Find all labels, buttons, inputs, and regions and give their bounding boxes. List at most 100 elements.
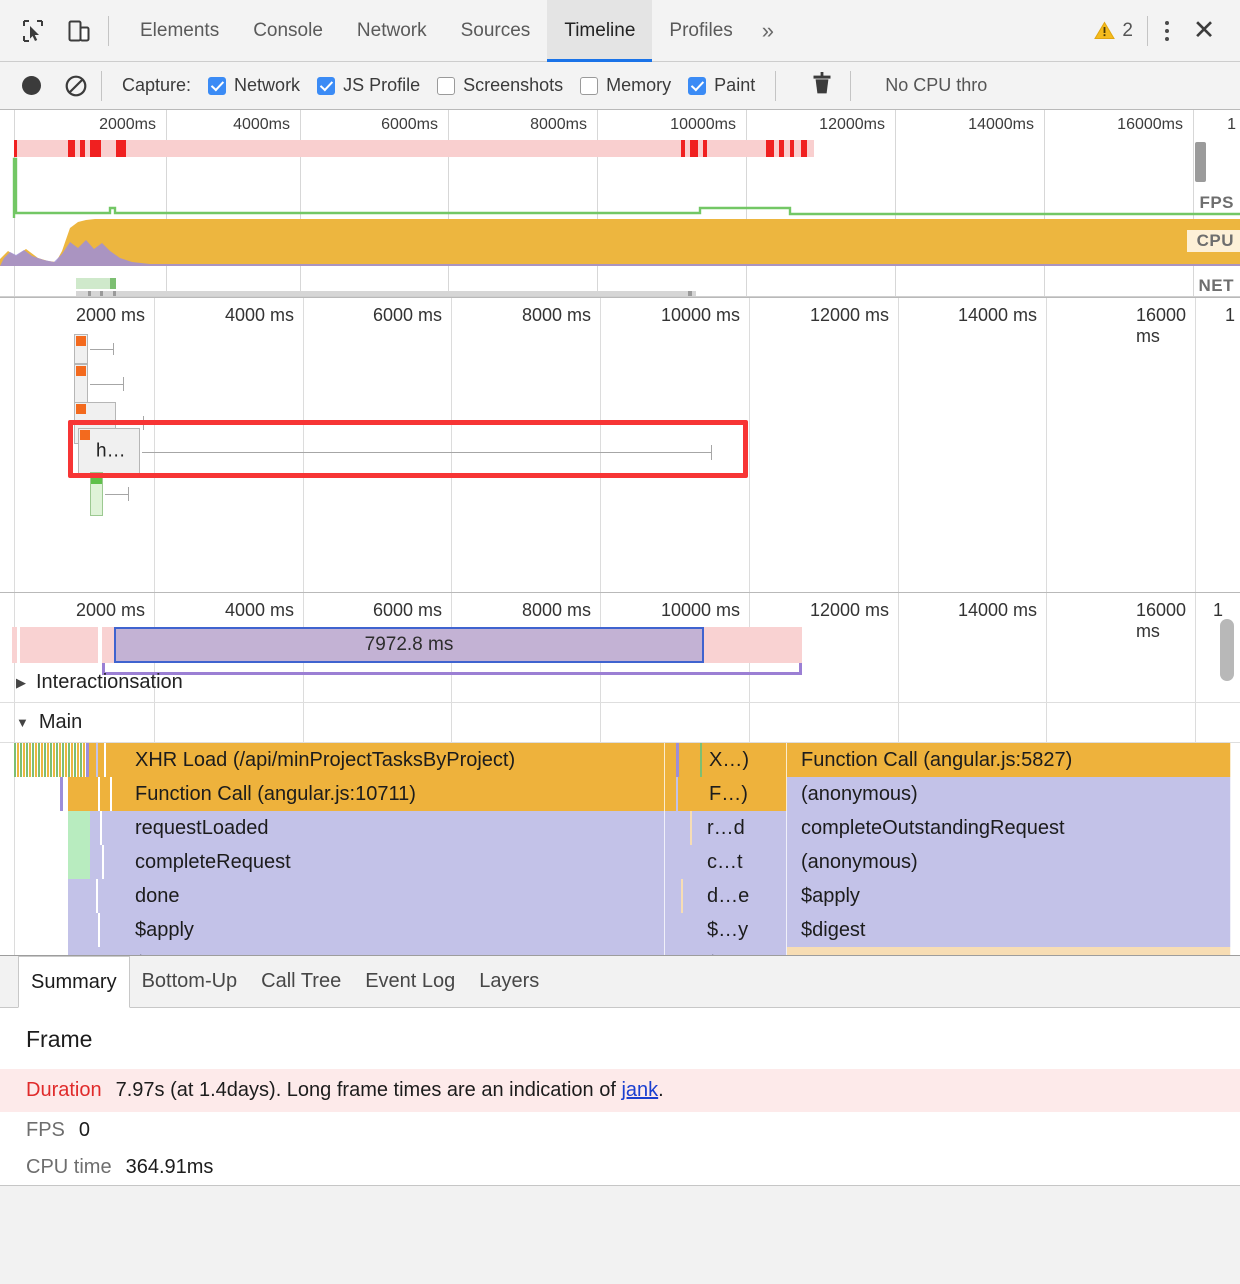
flame-segment[interactable]: Function Call (angular.js:5827) <box>787 743 1231 777</box>
flame-row[interactable]: $digest $…t (anonymous) <box>0 947 1240 955</box>
capture-option-network[interactable]: Network <box>208 75 300 96</box>
flame-segment[interactable]: XHR Load (/api/minProjectTasksByProject) <box>89 743 665 777</box>
flame-row[interactable]: $apply $…y $digest <box>0 913 1240 947</box>
timeline-overview[interactable]: 2000ms 4000ms 6000ms 8000ms 10000ms 1200… <box>0 110 1240 298</box>
drawer-tab-bottom-up[interactable]: Bottom-Up <box>130 956 250 1007</box>
flame-segment[interactable]: $…t <box>665 947 787 955</box>
drawer-tabs: Summary Bottom-Up Call Tree Event Log La… <box>0 956 1240 1008</box>
drawer-tab-summary[interactable]: Summary <box>18 956 130 1008</box>
tab-profiles[interactable]: Profiles <box>652 0 749 62</box>
drawer-tab-call-tree-label: Call Tree <box>261 970 342 992</box>
network-checkbox[interactable] <box>208 76 227 95</box>
screenshots-checkbox[interactable] <box>437 76 456 95</box>
network-request-row[interactable] <box>74 334 774 364</box>
capture-divider-3 <box>850 70 852 101</box>
flame-label: $digest <box>801 918 866 941</box>
flame-segment[interactable]: Function Call (angular.js:10711) <box>68 777 665 811</box>
net-band-label: NET <box>1198 276 1234 295</box>
clear-recording-icon[interactable] <box>65 75 87 97</box>
flame-row[interactable]: completeRequest c…t (anonymous) <box>0 845 1240 879</box>
tab-network[interactable]: Network <box>340 0 444 62</box>
drawer-tab-layers[interactable]: Layers <box>467 956 551 1007</box>
flame-tick-0: 2000 ms <box>75 600 145 620</box>
trash-icon[interactable] <box>812 71 832 100</box>
net-tick-0: 2000 ms <box>75 305 145 325</box>
drawer-tab-layers-label: Layers <box>479 970 540 992</box>
overview-tick-6: 14000ms <box>968 116 1034 133</box>
network-request-row[interactable] <box>90 472 790 516</box>
tab-network-label: Network <box>356 19 427 41</box>
tab-sources[interactable]: Sources <box>444 0 548 62</box>
tab-timeline[interactable]: Timeline <box>547 0 653 62</box>
fps-band-label: FPS <box>1199 193 1234 212</box>
flame-row[interactable]: requestLoaded r…d completeOutstandingReq… <box>0 811 1240 845</box>
flame-segment[interactable]: X…) <box>665 743 787 777</box>
flame-segment[interactable]: $…y <box>665 913 787 947</box>
close-icon[interactable]: ✕ <box>1184 14 1224 48</box>
inspect-element-icon[interactable] <box>18 16 48 46</box>
flame-chart-pane[interactable]: 2000 ms 4000 ms 6000 ms 8000 ms 10000 ms… <box>0 593 1240 955</box>
flame-segment[interactable]: F…) <box>665 777 787 811</box>
flame-segment[interactable]: requestLoaded <box>90 811 665 845</box>
drawer-tab-call-tree[interactable]: Call Tree <box>249 956 353 1007</box>
frames-row[interactable]: 7972.8 ms <box>0 627 1240 675</box>
tab-elements[interactable]: Elements <box>123 0 236 62</box>
flame-segment[interactable]: $apply <box>68 913 665 947</box>
group-row-interactions[interactable]: ▶ Interactionsation <box>0 663 1240 703</box>
flame-row[interactable]: done d…e $apply <box>0 879 1240 913</box>
tab-console[interactable]: Console <box>236 0 340 62</box>
flame-segment[interactable]: r…d <box>665 811 787 845</box>
device-toolbar-icon[interactable] <box>64 16 94 46</box>
paint-checkbox[interactable] <box>688 76 707 95</box>
flame-segment[interactable]: (anonymous) <box>787 947 1231 955</box>
tabbar-right-group: 2 ✕ <box>1094 14 1240 48</box>
more-tabs-button[interactable]: » <box>750 0 786 62</box>
flame-segment[interactable]: (anonymous) <box>787 777 1231 811</box>
warning-indicator[interactable]: 2 <box>1094 20 1147 42</box>
flame-segment[interactable]: c…t <box>665 845 787 879</box>
group-row-main[interactable]: ▼ Main <box>0 703 1240 743</box>
drawer-tab-event-log[interactable]: Event Log <box>353 956 467 1007</box>
js-profile-checkbox[interactable] <box>317 76 336 95</box>
record-button[interactable] <box>22 76 41 95</box>
memory-checkbox[interactable] <box>580 76 599 95</box>
flame-label: $apply <box>801 884 860 907</box>
summary-key-duration: Duration <box>26 1079 102 1101</box>
overview-fps-band: FPS <box>0 157 1240 218</box>
flame-segment[interactable]: $apply <box>787 879 1231 913</box>
network-waterfall-pane[interactable]: 2000 ms 4000 ms 6000 ms 8000 ms 10000 ms… <box>0 298 1240 593</box>
capture-option-paint[interactable]: Paint <box>688 75 755 96</box>
flame-label: completeRequest <box>135 850 291 873</box>
network-request-row-selected[interactable]: h… <box>78 428 778 476</box>
flame-vertical-scrollbar[interactable] <box>1220 619 1234 681</box>
flame-segment[interactable]: completeRequest <box>90 845 665 879</box>
flame-row[interactable]: XHR Load (/api/minProjectTasksByProject)… <box>0 743 1240 777</box>
warning-triangle-icon <box>1094 21 1116 39</box>
tab-console-label: Console <box>253 19 323 41</box>
flame-tick-6: 14000 ms <box>957 600 1037 620</box>
jank-link[interactable]: jank <box>621 1079 658 1101</box>
selected-frame[interactable]: 7972.8 ms <box>114 627 704 663</box>
more-options-icon[interactable] <box>1150 14 1184 48</box>
flame-row[interactable]: Function Call (angular.js:10711) F…) (an… <box>0 777 1240 811</box>
summary-row-duration: Duration 7.97s (at 1.4days). Long frame … <box>0 1069 1240 1112</box>
capture-divider-1 <box>101 70 102 101</box>
flame-segment[interactable]: done <box>68 879 665 913</box>
overview-resize-handle[interactable] <box>1195 142 1206 182</box>
flame-segment[interactable]: $digest <box>787 913 1231 947</box>
network-request-row[interactable] <box>74 364 774 404</box>
summary-content: Frame Duration 7.97s (at 1.4days). Long … <box>0 1008 1240 1186</box>
screenshots-checkbox-label: Screenshots <box>463 75 564 95</box>
overview-cpu-band: CPU <box>0 218 1240 266</box>
cpu-throttling-selector[interactable]: No CPU thro <box>885 75 987 96</box>
capture-option-js-profile[interactable]: JS Profile <box>317 75 420 96</box>
flame-segment[interactable]: completeOutstandingRequest <box>787 811 1231 845</box>
capture-option-screenshots[interactable]: Screenshots <box>437 75 563 96</box>
summary-row-cpu-time: CPU time 364.91ms <box>0 1149 1240 1186</box>
flame-label: Function Call (angular.js:5827) <box>801 748 1073 771</box>
net-tick-1: 4000 ms <box>224 305 294 325</box>
capture-option-memory[interactable]: Memory <box>580 75 671 96</box>
flame-segment[interactable]: $digest <box>68 947 665 955</box>
flame-segment[interactable]: d…e <box>665 879 787 913</box>
flame-segment[interactable]: (anonymous) <box>787 845 1231 879</box>
